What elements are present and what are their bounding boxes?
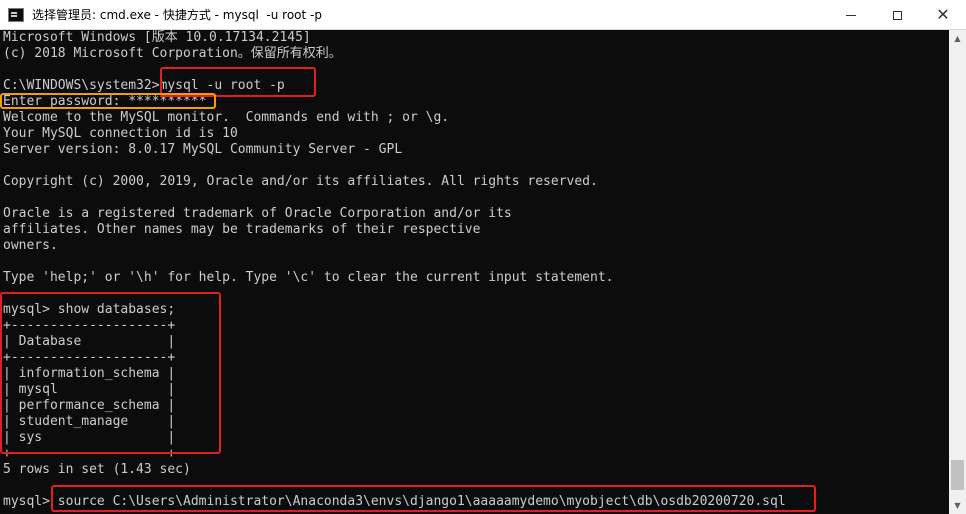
console-line: | sys |	[3, 430, 176, 445]
console-line: Oracle is a registered trademark of Orac…	[3, 206, 512, 221]
console-line: Type 'help;' or '\h' for help. Type '\c'…	[3, 270, 614, 285]
scroll-up-icon[interactable]: ▲	[949, 30, 966, 47]
cmd-app-icon	[8, 7, 24, 22]
console-line: | performance_schema |	[3, 398, 176, 413]
console-line: (c) 2018 Microsoft Corporation。保留所有权利。	[3, 46, 342, 61]
console-line: owners.	[3, 238, 58, 253]
title-bar[interactable]: 选择管理员: cmd.exe - 快捷方式 - mysql -u root -p…	[0, 0, 966, 30]
maximize-icon	[892, 10, 902, 20]
console-output[interactable]: Microsoft Windows [版本 10.0.17134.2145] (c…	[3, 30, 948, 514]
console-line: +--------------------+	[3, 446, 176, 461]
console-line: Microsoft Windows [版本 10.0.17134.2145]	[3, 30, 311, 45]
console-line: | information_schema |	[3, 366, 176, 381]
console-line: Server version: 8.0.17 MySQL Community S…	[3, 142, 403, 157]
console-line: mysql> show databases;	[3, 302, 176, 317]
console-line: | mysql |	[3, 382, 176, 397]
minimize-button[interactable]	[828, 0, 874, 30]
close-icon: ✕	[936, 5, 950, 24]
console-line: | Database |	[3, 334, 176, 349]
console-line: mysql> source C:\Users\Administrator\Ana…	[3, 494, 786, 509]
window-controls: ✕	[828, 0, 966, 30]
cmd-window: 选择管理员: cmd.exe - 快捷方式 - mysql -u root -p…	[0, 0, 966, 514]
vertical-scrollbar[interactable]: ▲ ▼	[949, 30, 966, 514]
scroll-thumb[interactable]	[951, 460, 964, 490]
console-line: Enter password: **********	[3, 94, 207, 109]
console-line: Your MySQL connection id is 10	[3, 126, 238, 141]
console-line: | student_manage |	[3, 414, 176, 429]
maximize-button[interactable]	[874, 0, 920, 30]
minimize-icon	[846, 14, 856, 16]
console-line: +--------------------+	[3, 318, 176, 333]
console-line: C:\WINDOWS\system32>mysql -u root -p	[3, 78, 285, 93]
window-title: 选择管理员: cmd.exe - 快捷方式 - mysql -u root -p	[32, 8, 322, 22]
console-line: 5 rows in set (1.43 sec)	[3, 462, 191, 477]
console-line: affiliates. Other names may be trademark…	[3, 222, 481, 237]
close-button[interactable]: ✕	[920, 0, 966, 30]
scroll-down-icon[interactable]: ▼	[949, 497, 966, 514]
console-line: +--------------------+	[3, 350, 176, 365]
console-line: Welcome to the MySQL monitor. Commands e…	[3, 110, 450, 125]
console-line: Copyright (c) 2000, 2019, Oracle and/or …	[3, 174, 598, 189]
